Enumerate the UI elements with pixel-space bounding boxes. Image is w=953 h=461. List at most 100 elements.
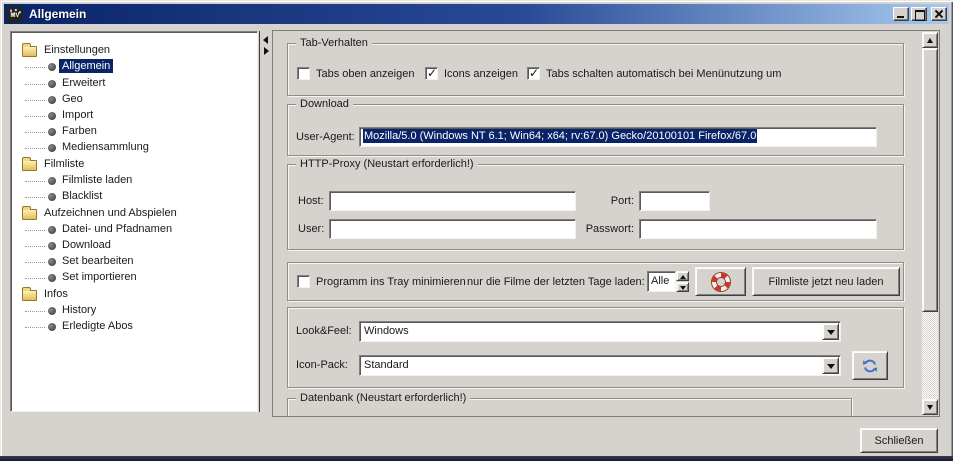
tree-node-set-bearbeiten[interactable]: Set bearbeiten xyxy=(11,254,257,270)
selected-text: Mozilla/5.0 (Windows NT 6.1; Win64; x64;… xyxy=(363,129,757,143)
refresh-icon xyxy=(862,358,878,374)
spinner-up-button[interactable] xyxy=(676,271,689,281)
tree-connector xyxy=(25,148,45,149)
titlebar: MV Allgemein xyxy=(4,4,949,24)
settings-window: MV Allgemein Einstellungen Allgemein Erw… xyxy=(0,0,953,461)
settings-tree: Einstellungen Allgemein Erweitert Geo Im… xyxy=(10,31,258,412)
tree-node-geo[interactable]: Geo xyxy=(11,92,257,108)
folder-icon xyxy=(22,290,37,301)
split-pane-divider[interactable] xyxy=(259,31,271,412)
tree-connector xyxy=(25,246,45,247)
proxy-user-label: User: xyxy=(298,223,324,235)
tabs-schalten-checkbox[interactable] xyxy=(527,67,540,80)
window-bottom-border xyxy=(0,456,953,461)
tree-node-download[interactable]: Download xyxy=(11,238,257,254)
window-title: Allgemein xyxy=(29,7,86,21)
tree-connector xyxy=(25,262,45,263)
tree-connector xyxy=(25,278,45,279)
tabs-oben-checkbox[interactable] xyxy=(297,67,310,80)
minimize-button[interactable] xyxy=(893,7,909,21)
scroll-down-button[interactable] xyxy=(922,399,938,415)
icon-pack-label: Icon-Pack: xyxy=(296,359,348,371)
collapse-left-icon[interactable] xyxy=(263,36,268,44)
refresh-icon-pack-button[interactable] xyxy=(852,351,888,380)
bullet-icon xyxy=(48,307,56,315)
tree-node-filmliste-laden[interactable]: Filmliste laden xyxy=(11,173,257,189)
proxy-user-input[interactable] xyxy=(329,219,576,239)
tree-node-mediensammlung[interactable]: Mediensammlung xyxy=(11,140,257,156)
chevron-down-icon[interactable] xyxy=(822,357,839,374)
tree-connector xyxy=(25,181,45,182)
scroll-up-button[interactable] xyxy=(922,32,938,48)
reload-filmliste-button[interactable]: Filmliste jetzt neu laden xyxy=(752,267,900,296)
help-button[interactable] xyxy=(695,267,746,296)
tree-node-datei-pfadnamen[interactable]: Datei- und Pfadnamen xyxy=(11,222,257,238)
user-agent-input[interactable]: Mozilla/5.0 (Windows NT 6.1; Win64; x64;… xyxy=(359,127,877,147)
close-dialog-button[interactable]: Schließen xyxy=(860,428,938,453)
tree-node-farben[interactable]: Farben xyxy=(11,124,257,140)
tree-connector xyxy=(25,132,45,133)
password-input[interactable] xyxy=(639,219,877,239)
vertical-scrollbar[interactable] xyxy=(922,32,938,415)
tree-node-history[interactable]: History xyxy=(11,303,257,319)
download-group: Download User-Agent: Mozilla/5.0 (Window… xyxy=(287,104,904,156)
folder-icon xyxy=(22,209,37,220)
scrollbar-thumb[interactable] xyxy=(922,48,938,312)
tree-node-allgemein[interactable]: Allgemein xyxy=(11,59,257,75)
tree-connector xyxy=(25,230,45,231)
look-feel-value: Windows xyxy=(360,322,840,341)
tray-minimize-label: Programm ins Tray minimieren xyxy=(316,276,466,288)
bullet-icon xyxy=(48,258,56,266)
icons-anzeigen-checkbox[interactable] xyxy=(425,67,438,80)
tabs-schalten-label: Tabs schalten automatisch bei Menünutzun… xyxy=(546,68,781,80)
tree-node-erweitert[interactable]: Erweitert xyxy=(11,76,257,92)
host-input[interactable] xyxy=(329,191,576,211)
maximize-button[interactable] xyxy=(911,7,927,21)
port-input[interactable] xyxy=(639,191,710,211)
appearance-box: Look&Feel: Windows Icon-Pack: Standard xyxy=(287,307,904,388)
spinner-buttons xyxy=(676,271,689,292)
bullet-icon xyxy=(48,323,56,331)
tree-node-aufzeichnen[interactable]: Aufzeichnen und Abspielen xyxy=(11,206,257,222)
look-feel-label: Look&Feel: xyxy=(296,325,352,337)
icon-pack-value: Standard xyxy=(360,356,840,375)
tray-minimize-checkbox[interactable] xyxy=(297,275,310,288)
chevron-down-icon[interactable] xyxy=(822,323,839,340)
password-label: Passwort: xyxy=(584,223,634,235)
days-spinner-value[interactable]: Alle xyxy=(647,271,676,292)
collapse-right-icon[interactable] xyxy=(264,47,269,55)
bullet-icon xyxy=(48,226,56,234)
app-icon: MV xyxy=(7,7,23,22)
tree-connector xyxy=(25,84,45,85)
tab-verhalten-group: Tab-Verhalten Tabs oben anzeigen Icons a… xyxy=(287,43,904,96)
bullet-icon xyxy=(48,96,56,104)
look-feel-select[interactable]: Windows xyxy=(359,321,841,342)
tree-connector xyxy=(25,197,45,198)
tree-node-blacklist[interactable]: Blacklist xyxy=(11,189,257,205)
datenbank-group: Datenbank (Neustart erforderlich!) xyxy=(287,398,852,417)
days-filter-label: nur die Filme der letzten Tage laden: xyxy=(467,276,645,288)
icon-pack-select[interactable]: Standard xyxy=(359,355,841,376)
bullet-icon xyxy=(48,177,56,185)
tray-reload-row: Programm ins Tray minimieren nur die Fil… xyxy=(287,262,904,301)
port-label: Port: xyxy=(588,195,634,207)
window-controls xyxy=(893,7,949,21)
icons-anzeigen-label: Icons anzeigen xyxy=(444,68,518,80)
bullet-icon xyxy=(48,274,56,282)
folder-icon xyxy=(22,46,37,57)
bullet-icon xyxy=(48,193,56,201)
settings-content-panel: Tab-Verhalten Tabs oben anzeigen Icons a… xyxy=(272,30,940,417)
tree-node-import[interactable]: Import xyxy=(11,108,257,124)
bullet-icon xyxy=(48,80,56,88)
tree-node-einstellungen[interactable]: Einstellungen xyxy=(11,43,257,59)
tree-node-erledigte-abos[interactable]: Erledigte Abos xyxy=(11,319,257,335)
spinner-down-button[interactable] xyxy=(676,282,689,292)
tree-node-set-importieren[interactable]: Set importieren xyxy=(11,270,257,286)
lifebuoy-help-icon xyxy=(712,273,730,291)
tree-node-infos[interactable]: Infos xyxy=(11,287,257,303)
close-window-button[interactable] xyxy=(931,7,947,21)
tree-connector xyxy=(25,67,45,68)
days-spinner[interactable]: Alle xyxy=(647,271,689,292)
tree-node-filmliste[interactable]: Filmliste xyxy=(11,157,257,173)
user-agent-label: User-Agent: xyxy=(296,131,355,143)
